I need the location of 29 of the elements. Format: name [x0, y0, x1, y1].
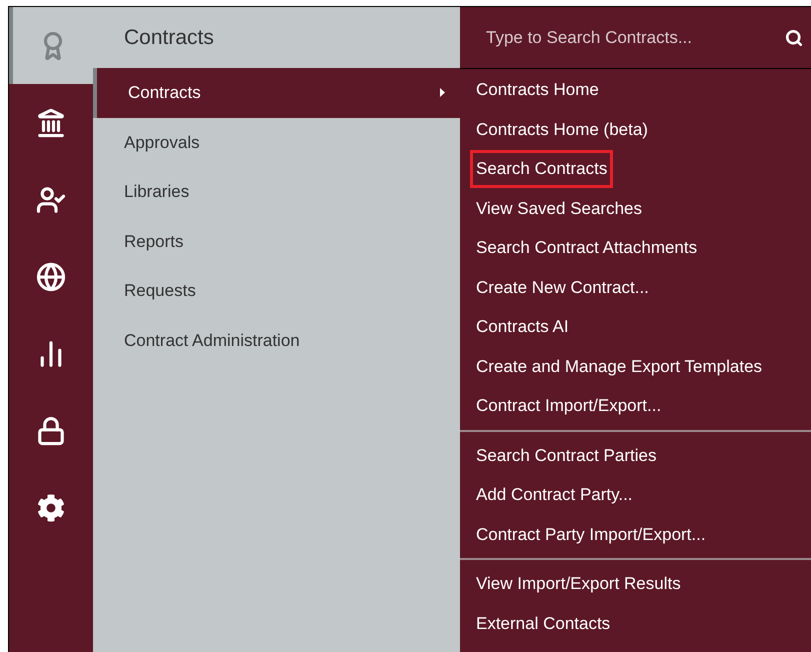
- bank-icon: [36, 108, 66, 138]
- menu-title: Contracts: [123, 24, 215, 51]
- submenu-link[interactable]: View Saved Searches: [470, 190, 648, 227]
- menu-item[interactable]: Approvals: [93, 118, 460, 167]
- submenu-link[interactable]: Contracts Home: [470, 71, 605, 108]
- submenu-link[interactable]: Create and Manage Export Templates: [470, 348, 768, 385]
- caret-icon: [440, 88, 445, 98]
- search-field[interactable]: Type to Search Contracts...: [486, 24, 785, 50]
- settings-icon: [37, 494, 65, 522]
- submenu-link[interactable]: Search Contracts: [470, 150, 614, 188]
- menu-item[interactable]: Requests: [93, 266, 460, 316]
- user-check-icon: [36, 184, 66, 214]
- menu-item[interactable]: Libraries: [93, 167, 460, 216]
- lock-icon: [36, 416, 66, 446]
- submenu-link[interactable]: Search Contract Parties: [470, 436, 662, 474]
- submenu-link[interactable]: Create New Contract...: [470, 268, 655, 306]
- submenu-link[interactable]: Contract Import/Export...: [470, 387, 668, 424]
- submenu-link[interactable]: External Contacts: [470, 604, 616, 642]
- menu-item[interactable]: Contract Administration: [93, 316, 460, 365]
- submenu-link[interactable]: Contract Party Import/Export...: [470, 516, 712, 553]
- submenu-link[interactable]: View Import/Export Results: [470, 565, 687, 602]
- menu-item[interactable]: Reports: [93, 216, 460, 266]
- search-icon: [785, 28, 803, 46]
- submenu-link[interactable]: Search Contract Attachments: [470, 229, 704, 266]
- submenu-link[interactable]: Contracts AI: [470, 308, 575, 346]
- menu-item[interactable]: Contracts: [93, 68, 461, 118]
- submenu-link[interactable]: Add Contract Party...: [470, 476, 639, 514]
- submenu-link[interactable]: Contracts Home (beta): [470, 110, 654, 148]
- globe-icon: [36, 262, 66, 292]
